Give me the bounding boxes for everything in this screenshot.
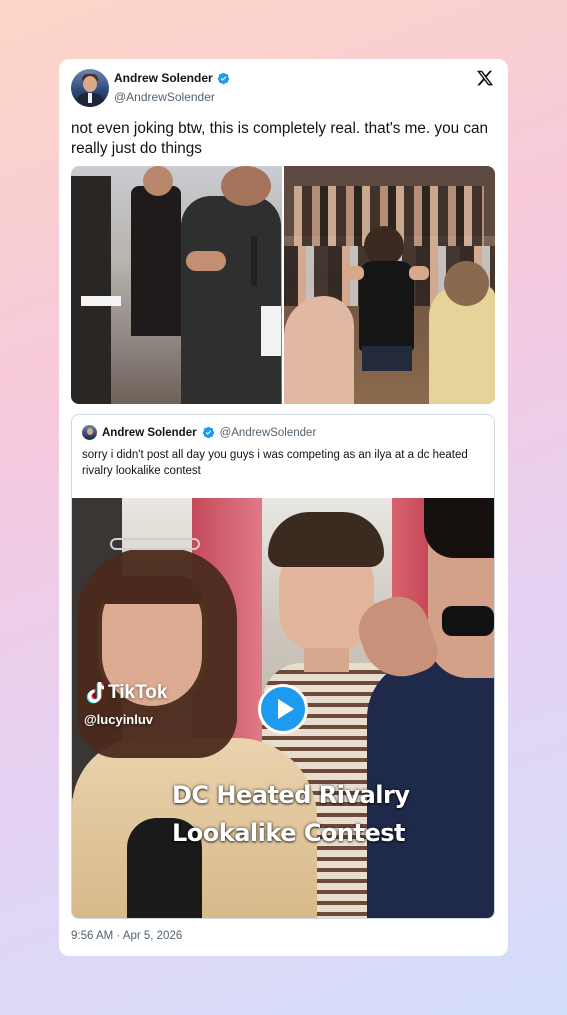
quoted-verified-badge-icon xyxy=(202,426,214,439)
tweet-timestamp[interactable]: 9:56 AM · Apr 5, 2026 xyxy=(71,930,182,942)
video-caption-line-2: Lookalike Contest xyxy=(172,819,406,847)
author-name[interactable]: Andrew Solender xyxy=(114,71,213,85)
quoted-video[interactable]: TikTok @lucyinluv DC Heated Rivalry Look… xyxy=(72,498,494,918)
quoted-tweet-text: sorry i didn't post all day you guys i w… xyxy=(82,449,468,477)
photo-right[interactable] xyxy=(284,166,495,404)
video-caption-line-1: DC Heated Rivalry xyxy=(172,781,410,809)
tweet-text: not even joking btw, this is completely … xyxy=(71,120,488,157)
video-caption: DC Heated Rivalry Lookalike Contest xyxy=(172,776,412,852)
verified-badge-icon xyxy=(217,72,229,84)
photo-left[interactable] xyxy=(71,166,282,404)
author-name-row: Andrew Solender xyxy=(114,71,230,85)
author-handle[interactable]: @AndrewSolender xyxy=(114,90,215,104)
tiktok-watermark: TikTok xyxy=(86,682,167,704)
quoted-tweet[interactable]: Andrew Solender @AndrewSolender sorry i … xyxy=(71,414,495,919)
tiktok-note-icon xyxy=(86,682,104,704)
x-logo-icon[interactable] xyxy=(476,69,494,87)
tweet-header: Andrew Solender @AndrewSolender xyxy=(71,69,496,107)
quoted-author-handle: @AndrewSolender xyxy=(219,426,317,439)
quoted-tweet-header: Andrew Solender @AndrewSolender xyxy=(82,425,316,440)
tiktok-brand-text: TikTok xyxy=(108,682,168,703)
quoted-author-name: Andrew Solender xyxy=(102,426,197,439)
quoted-author-avatar xyxy=(82,425,97,440)
tweet-media-grid xyxy=(71,166,495,404)
tiktok-username: @lucyinluv xyxy=(84,712,154,727)
author-avatar[interactable] xyxy=(71,69,109,107)
tweet-card: Andrew Solender @AndrewSolender not even… xyxy=(59,59,508,956)
play-icon[interactable] xyxy=(258,684,308,734)
